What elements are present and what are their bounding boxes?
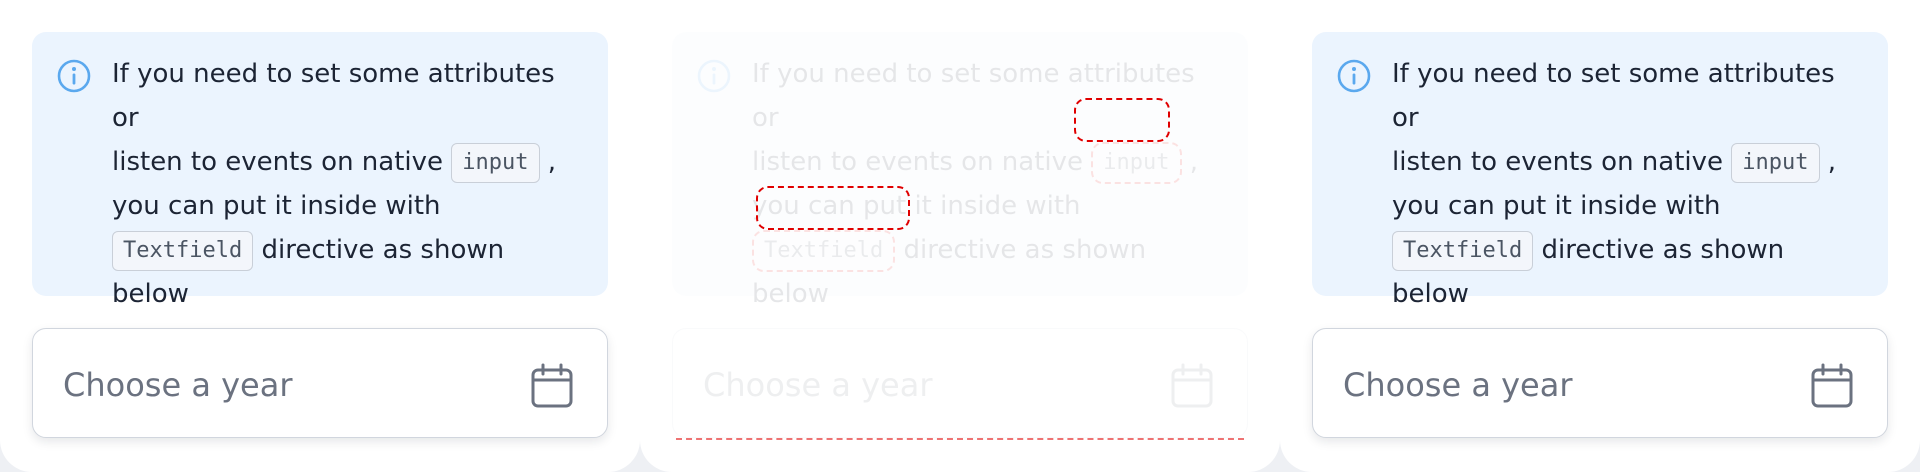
callout-line-4: directive as shown	[1541, 235, 1785, 265]
info-circle-icon	[57, 59, 91, 93]
callout-line-4: directive as shown	[261, 235, 505, 265]
preview-panel-left: If you need to set some attributes or li…	[0, 0, 640, 472]
callout-line-4: directive as shown	[903, 235, 1147, 265]
calendar-icon	[1171, 363, 1213, 408]
error-underline	[676, 438, 1244, 442]
faded-content: If you need to set some attributes or li…	[640, 0, 1280, 472]
code-textfield: Textfield	[1392, 230, 1534, 271]
year-picker-placeholder: Choose a year	[63, 366, 293, 404]
comma: ,	[547, 147, 557, 177]
error-outline-input	[1074, 98, 1170, 142]
code-textfield: Textfield	[752, 229, 896, 272]
callout-line-5: below	[1392, 279, 1469, 309]
code-textfield: Textfield	[112, 230, 254, 271]
callout-line-2: listen to events on native	[112, 147, 444, 177]
callout-message: If you need to set some attributes or li…	[1392, 52, 1862, 316]
callout-message: If you need to set some attributes or li…	[112, 52, 582, 316]
year-picker-placeholder: Choose a year	[703, 366, 933, 404]
info-circle-icon	[697, 59, 731, 93]
callout-line-3: you can put it inside with	[112, 191, 441, 221]
callout-line-5: below	[752, 279, 829, 309]
calendar-icon[interactable]	[1811, 363, 1853, 409]
year-picker-field: Choose a year	[672, 328, 1248, 438]
callout-line-5: below	[112, 279, 189, 309]
callout-line-2: listen to events on native	[752, 147, 1084, 177]
callout-line-1: If you need to set some attributes or	[1392, 59, 1835, 133]
info-callout: If you need to set some attributes or li…	[32, 32, 608, 309]
error-outline-textfield	[756, 186, 910, 230]
callout-line-3: you can put it inside with	[1392, 191, 1721, 221]
info-circle-icon	[1337, 59, 1371, 93]
info-callout: If you need to set some attributes or li…	[672, 32, 1248, 309]
year-picker-field[interactable]: Choose a year	[32, 328, 608, 438]
comma: ,	[1189, 147, 1199, 177]
callout-line-1: If you need to set some attributes or	[112, 59, 555, 133]
code-input: input	[451, 142, 540, 183]
calendar-icon[interactable]	[531, 363, 573, 409]
preview-panel-middle: If you need to set some attributes or li…	[640, 0, 1280, 472]
comma: ,	[1827, 147, 1837, 177]
callout-line-2: listen to events on native	[1392, 147, 1724, 177]
code-input: input	[1731, 142, 1820, 183]
info-callout: If you need to set some attributes or li…	[1312, 32, 1888, 309]
preview-panel-right: If you need to set some attributes or li…	[1280, 0, 1920, 472]
year-picker-field[interactable]: Choose a year	[1312, 328, 1888, 438]
callout-message: If you need to set some attributes or li…	[752, 52, 1222, 316]
year-picker-placeholder: Choose a year	[1343, 366, 1573, 404]
code-input: input	[1091, 141, 1182, 184]
